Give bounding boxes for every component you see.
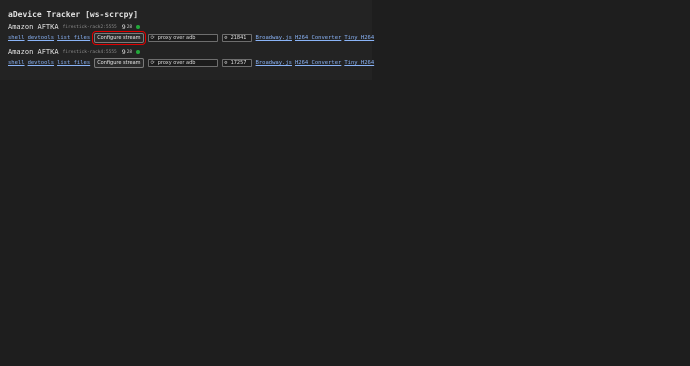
device-actions: shell devtools list files Configure stre… xyxy=(8,30,377,46)
status-dot-icon xyxy=(136,25,141,29)
port-value: 21841 xyxy=(230,35,247,41)
gear-icon: ⚙ xyxy=(224,35,228,41)
devtools-link[interactable]: devtools xyxy=(28,35,55,41)
tiny-h264-link[interactable]: Tiny H264 xyxy=(344,60,374,66)
refresh-icon: ⟳ xyxy=(150,60,155,66)
devtools-link[interactable]: devtools xyxy=(28,60,55,66)
port-select[interactable]: ⚙ 21841 xyxy=(221,34,252,42)
h264-converter-link[interactable]: H264 Converter xyxy=(295,35,341,41)
device-name: Amazon AFTKA xyxy=(8,48,59,56)
broadway-link[interactable]: Broadway.js xyxy=(256,35,292,41)
device-header: Amazon AFTKA firestick-rack2:5555 9 28 xyxy=(8,22,141,32)
device-name: Amazon AFTKA xyxy=(8,23,59,31)
tiny-h264-link[interactable]: Tiny H264 xyxy=(344,35,374,41)
device-sdk: 9 28 xyxy=(122,23,132,31)
sdk-major: 9 xyxy=(121,48,126,56)
proxy-select[interactable]: ⟳ proxy over adb xyxy=(147,34,218,42)
shell-link[interactable]: shell xyxy=(8,60,25,66)
device-entry: Amazon AFTKA firestick-rack4:5555 9 28 s… xyxy=(8,47,374,71)
broadway-link[interactable]: Broadway.js xyxy=(256,60,292,66)
refresh-icon: ⟳ xyxy=(150,35,155,41)
device-actions: shell devtools list files Configure stre… xyxy=(8,58,377,68)
port-select[interactable]: ⚙ 17257 xyxy=(221,59,252,67)
device-entry: Amazon AFTKA firestick-rack2:5555 9 28 s… xyxy=(8,22,374,46)
page-title: aDevice Tracker [ws-scrcpy] xyxy=(8,10,139,19)
device-header: Amazon AFTKA firestick-rack4:5555 9 28 xyxy=(8,47,141,57)
gear-icon: ⚙ xyxy=(224,60,228,66)
device-tracker-panel: aDevice Tracker [ws-scrcpy] Amazon AFTKA… xyxy=(0,0,374,80)
list-files-link[interactable]: list files xyxy=(57,35,90,41)
device-serial: firestick-rack4:5555 xyxy=(62,49,117,55)
h264-converter-link[interactable]: H264 Converter xyxy=(295,60,341,66)
sdk-major: 9 xyxy=(121,23,126,31)
proxy-label: proxy over adb xyxy=(157,35,196,41)
device-serial: firestick-rack2:5555 xyxy=(62,24,117,30)
sdk-api: 28 xyxy=(126,49,133,55)
configure-stream-button[interactable]: Configure stream xyxy=(91,30,147,46)
port-value: 17257 xyxy=(230,60,247,66)
sdk-api: 28 xyxy=(126,24,133,30)
shell-link[interactable]: shell xyxy=(8,35,25,41)
proxy-select[interactable]: ⟳ proxy over adb xyxy=(147,59,218,67)
list-files-link[interactable]: list files xyxy=(57,60,90,66)
configure-stream-button[interactable]: Configure stream xyxy=(94,58,144,68)
proxy-label: proxy over adb xyxy=(157,60,196,66)
status-dot-icon xyxy=(136,50,141,54)
device-sdk: 9 28 xyxy=(122,48,132,56)
